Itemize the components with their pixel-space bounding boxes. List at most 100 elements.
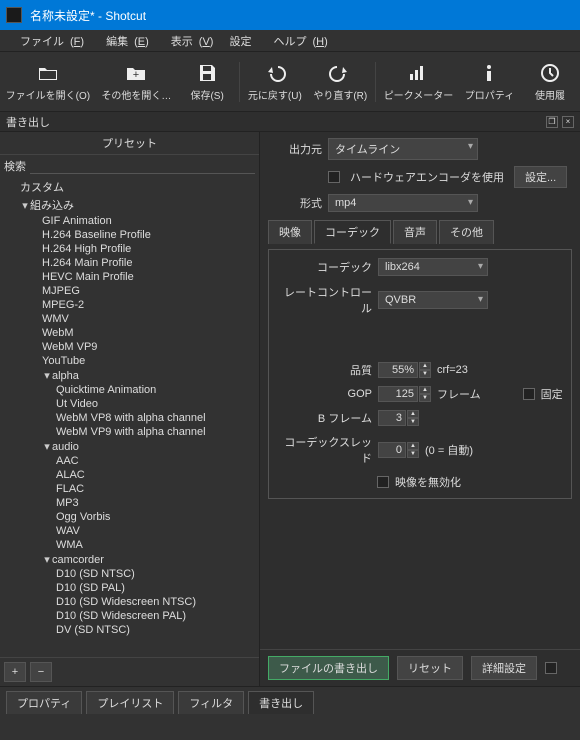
expand-icon[interactable]: ▾	[42, 553, 52, 566]
toolbar-open-file[interactable]: ファイルを開く(O)	[0, 57, 96, 106]
menu-settings[interactable]: 設定	[223, 31, 257, 51]
tab-audio[interactable]: 音声	[393, 220, 437, 244]
codec-combo[interactable]: libx264	[378, 258, 488, 276]
preset-item[interactable]: Ut Video	[2, 397, 259, 411]
preset-item[interactable]: MP3	[2, 496, 259, 510]
spin-up-icon[interactable]: ▲	[407, 442, 419, 450]
preset-search-label: 検索	[4, 158, 26, 174]
tab-other[interactable]: その他	[439, 220, 494, 244]
menu-view[interactable]: 表示(V)	[159, 31, 220, 51]
preset-item[interactable]: GIF Animation	[2, 214, 259, 228]
bottom-tab-export[interactable]: 書き出し	[248, 691, 314, 714]
preset-item[interactable]: WAV	[2, 524, 259, 538]
tab-codec[interactable]: コーデック	[314, 220, 391, 244]
preset-item[interactable]: WebM VP9 with alpha channel	[2, 425, 259, 439]
disable-video-checkbox[interactable]	[377, 476, 389, 488]
preset-item[interactable]: D10 (SD Widescreen PAL)	[2, 609, 259, 623]
preset-label: audio	[52, 441, 79, 453]
quality-spinner[interactable]: ▲▼	[378, 362, 431, 378]
toolbar-recent[interactable]: 使用履	[520, 57, 580, 106]
source-combo[interactable]: タイムライン	[328, 138, 478, 160]
bframes-spinner[interactable]: ▲▼	[378, 410, 419, 426]
preset-item[interactable]: FLAC	[2, 482, 259, 496]
advanced-button[interactable]: 詳細設定	[471, 656, 537, 680]
spin-down-icon[interactable]: ▼	[419, 394, 431, 402]
menu-edit[interactable]: 編集(E)	[94, 31, 155, 51]
toolbar-redo[interactable]: やり直す(R)	[308, 57, 373, 106]
spin-up-icon[interactable]: ▲	[419, 386, 431, 394]
gop-input[interactable]	[378, 386, 418, 402]
preset-label: WAV	[56, 525, 80, 537]
gop-spinner[interactable]: ▲▼	[378, 386, 431, 402]
preset-add-button[interactable]: +	[4, 662, 26, 682]
threads-hint: (0 = 自動)	[425, 442, 473, 458]
preset-item[interactable]: WebM VP9	[2, 340, 259, 354]
toolbar-undo[interactable]: 元に戻す(U)	[242, 57, 307, 106]
hw-encoder-checkbox[interactable]	[328, 171, 340, 183]
bottom-tab-filters[interactable]: フィルタ	[178, 691, 244, 714]
bottom-tab-playlist[interactable]: プレイリスト	[86, 691, 174, 714]
toolbar-peak-meter[interactable]: ピークメーター	[378, 57, 459, 106]
expand-icon[interactable]: ▾	[42, 440, 52, 453]
preset-item[interactable]: WebM	[2, 326, 259, 340]
preset-tree[interactable]: カスタム▾組み込みGIF AnimationH.264 Baseline Pro…	[0, 176, 259, 657]
panel-float-icon[interactable]: ❐	[546, 116, 558, 128]
menu-help[interactable]: ヘルプ(H)	[261, 31, 333, 51]
expand-icon[interactable]: ▾	[20, 199, 30, 212]
preset-item[interactable]: WMA	[2, 538, 259, 552]
gop-unit: フレーム	[437, 386, 481, 402]
tab-video[interactable]: 映像	[268, 220, 312, 244]
preset-item[interactable]: D10 (SD NTSC)	[2, 567, 259, 581]
advanced-checkbox[interactable]	[545, 662, 557, 674]
preset-remove-button[interactable]: −	[30, 662, 52, 682]
toolbar-properties[interactable]: プロパティ	[459, 57, 520, 106]
format-combo[interactable]: mp4	[328, 194, 478, 212]
spin-down-icon[interactable]: ▼	[407, 418, 419, 426]
spin-down-icon[interactable]: ▼	[419, 370, 431, 378]
gop-fixed-checkbox[interactable]	[523, 388, 535, 400]
quality-input[interactable]	[378, 362, 418, 378]
preset-item[interactable]: H.264 Baseline Profile	[2, 228, 259, 242]
preset-group[interactable]: ▾camcorder	[2, 552, 259, 567]
preset-item[interactable]: H.264 Main Profile	[2, 256, 259, 270]
preset-add-remove: + −	[0, 657, 259, 686]
preset-item[interactable]: MPEG-2	[2, 298, 259, 312]
preset-item[interactable]: AAC	[2, 454, 259, 468]
spin-up-icon[interactable]: ▲	[407, 410, 419, 418]
export-file-button[interactable]: ファイルの書き出し	[268, 656, 389, 680]
preset-item[interactable]: D10 (SD Widescreen NTSC)	[2, 595, 259, 609]
preset-item[interactable]: WMV	[2, 312, 259, 326]
preset-group[interactable]: ▾alpha	[2, 368, 259, 383]
expand-icon[interactable]: ▾	[42, 369, 52, 382]
rate-control-combo[interactable]: QVBR	[378, 291, 488, 309]
hw-settings-button[interactable]: 設定...	[514, 166, 567, 188]
preset-item[interactable]: DV (SD NTSC)	[2, 623, 259, 637]
preset-item[interactable]: カスタム	[2, 178, 259, 196]
preset-item[interactable]: ALAC	[2, 468, 259, 482]
preset-item[interactable]: H.264 High Profile	[2, 242, 259, 256]
preset-item[interactable]: HEVC Main Profile	[2, 270, 259, 284]
bframes-input[interactable]	[378, 410, 406, 426]
preset-group[interactable]: ▾audio	[2, 439, 259, 454]
toolbar-open-other[interactable]: + その他を開く…	[96, 57, 177, 106]
toolbar-save[interactable]: 保存(S)	[177, 57, 237, 106]
preset-item[interactable]: WebM VP8 with alpha channel	[2, 411, 259, 425]
spin-up-icon[interactable]: ▲	[419, 362, 431, 370]
threads-input[interactable]	[378, 442, 406, 458]
preset-item[interactable]: D10 (SD PAL)	[2, 581, 259, 595]
preset-label: D10 (SD NTSC)	[56, 568, 135, 580]
preset-item[interactable]: Ogg Vorbis	[2, 510, 259, 524]
threads-spinner[interactable]: ▲▼	[378, 442, 419, 458]
bottom-tab-properties[interactable]: プロパティ	[6, 691, 82, 714]
export-main: プリセット 検索 カスタム▾組み込みGIF AnimationH.264 Bas…	[0, 132, 580, 686]
preset-label: D10 (SD PAL)	[56, 582, 125, 594]
preset-item[interactable]: Quicktime Animation	[2, 383, 259, 397]
preset-item[interactable]: MJPEG	[2, 284, 259, 298]
preset-group[interactable]: ▾組み込み	[2, 196, 259, 214]
reset-button[interactable]: リセット	[397, 656, 463, 680]
menu-file[interactable]: ファイル(F)	[8, 31, 90, 51]
panel-close-icon[interactable]: ×	[562, 116, 574, 128]
spin-down-icon[interactable]: ▼	[407, 450, 419, 458]
preset-item[interactable]: YouTube	[2, 354, 259, 368]
preset-search-input[interactable]	[30, 157, 255, 174]
